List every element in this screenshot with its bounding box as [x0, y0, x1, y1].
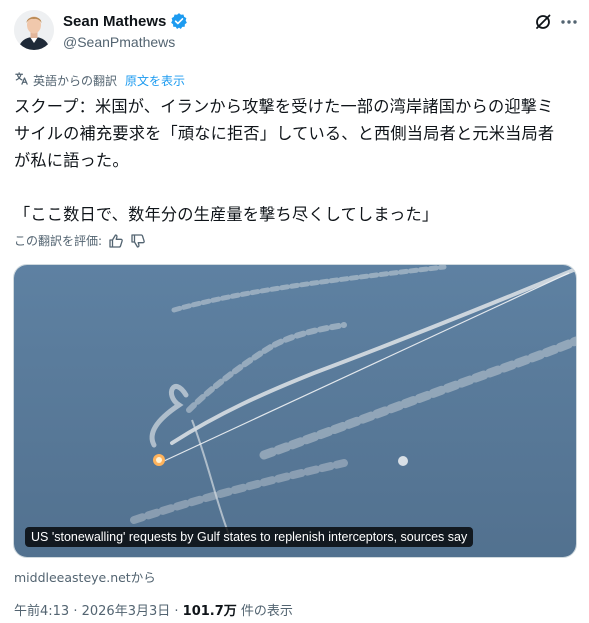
views-label: 件の表示 [236, 604, 293, 619]
translation-label: 英語からの翻訳 [33, 73, 118, 88]
show-original-link[interactable]: 原文を表示 [125, 72, 185, 89]
views-count: 101.7万 [182, 604, 237, 619]
author-name-row[interactable]: Sean Mathews [63, 12, 188, 30]
tweet-text: スクープ：米国が、イランから攻撃を受けた一部の湾岸諸国からの迎撃ミ サイルの補充… [14, 93, 576, 228]
tweet-quote-line: 「ここ数日で、数年分の生産量を撃ち尽くしてしまった」 [14, 205, 439, 224]
more-horizontal-icon[interactable] [559, 12, 579, 32]
meta-separator: · [170, 604, 183, 619]
translate-icon [14, 71, 29, 89]
link-card-image[interactable]: US 'stonewalling' requests by Gulf state… [13, 264, 577, 558]
interceptor-photo [14, 265, 576, 557]
tweet-date[interactable]: 2026年3月3日 [82, 604, 171, 619]
tweet-line: サイルの補充要求を「頑なに拒否」している、と西側当局者と元米当局者 [14, 124, 555, 143]
tweet-time[interactable]: 午前4:13 [14, 604, 69, 619]
meta-separator: · [69, 604, 82, 619]
tweet-line: スクープ：米国が、イランから攻撃を受けた一部の湾岸諸国からの迎撃ミ [14, 97, 554, 116]
translation-notice: 英語からの翻訳 原文を表示 [14, 71, 185, 89]
rate-translation-label: この翻訳を評価: [14, 234, 103, 248]
thumbs-down-icon[interactable] [130, 233, 146, 249]
avatar[interactable] [14, 10, 54, 50]
verified-badge-icon [170, 12, 188, 30]
link-source[interactable]: middleeasteye.netから [14, 567, 156, 586]
link-card-caption: US 'stonewalling' requests by Gulf state… [25, 527, 474, 547]
grok-slash-icon[interactable] [533, 12, 553, 32]
rate-translation: この翻訳を評価: [14, 232, 146, 249]
thumbs-up-icon[interactable] [108, 233, 124, 249]
tweet-line: が私に語った。 [14, 151, 129, 170]
author-display-name[interactable]: Sean Mathews [63, 13, 166, 30]
author-handle[interactable]: @SeanPmathews [63, 34, 175, 50]
tweet-meta: 午前4:13 · 2026年3月3日 · 101.7万 件の表示 [14, 600, 293, 619]
